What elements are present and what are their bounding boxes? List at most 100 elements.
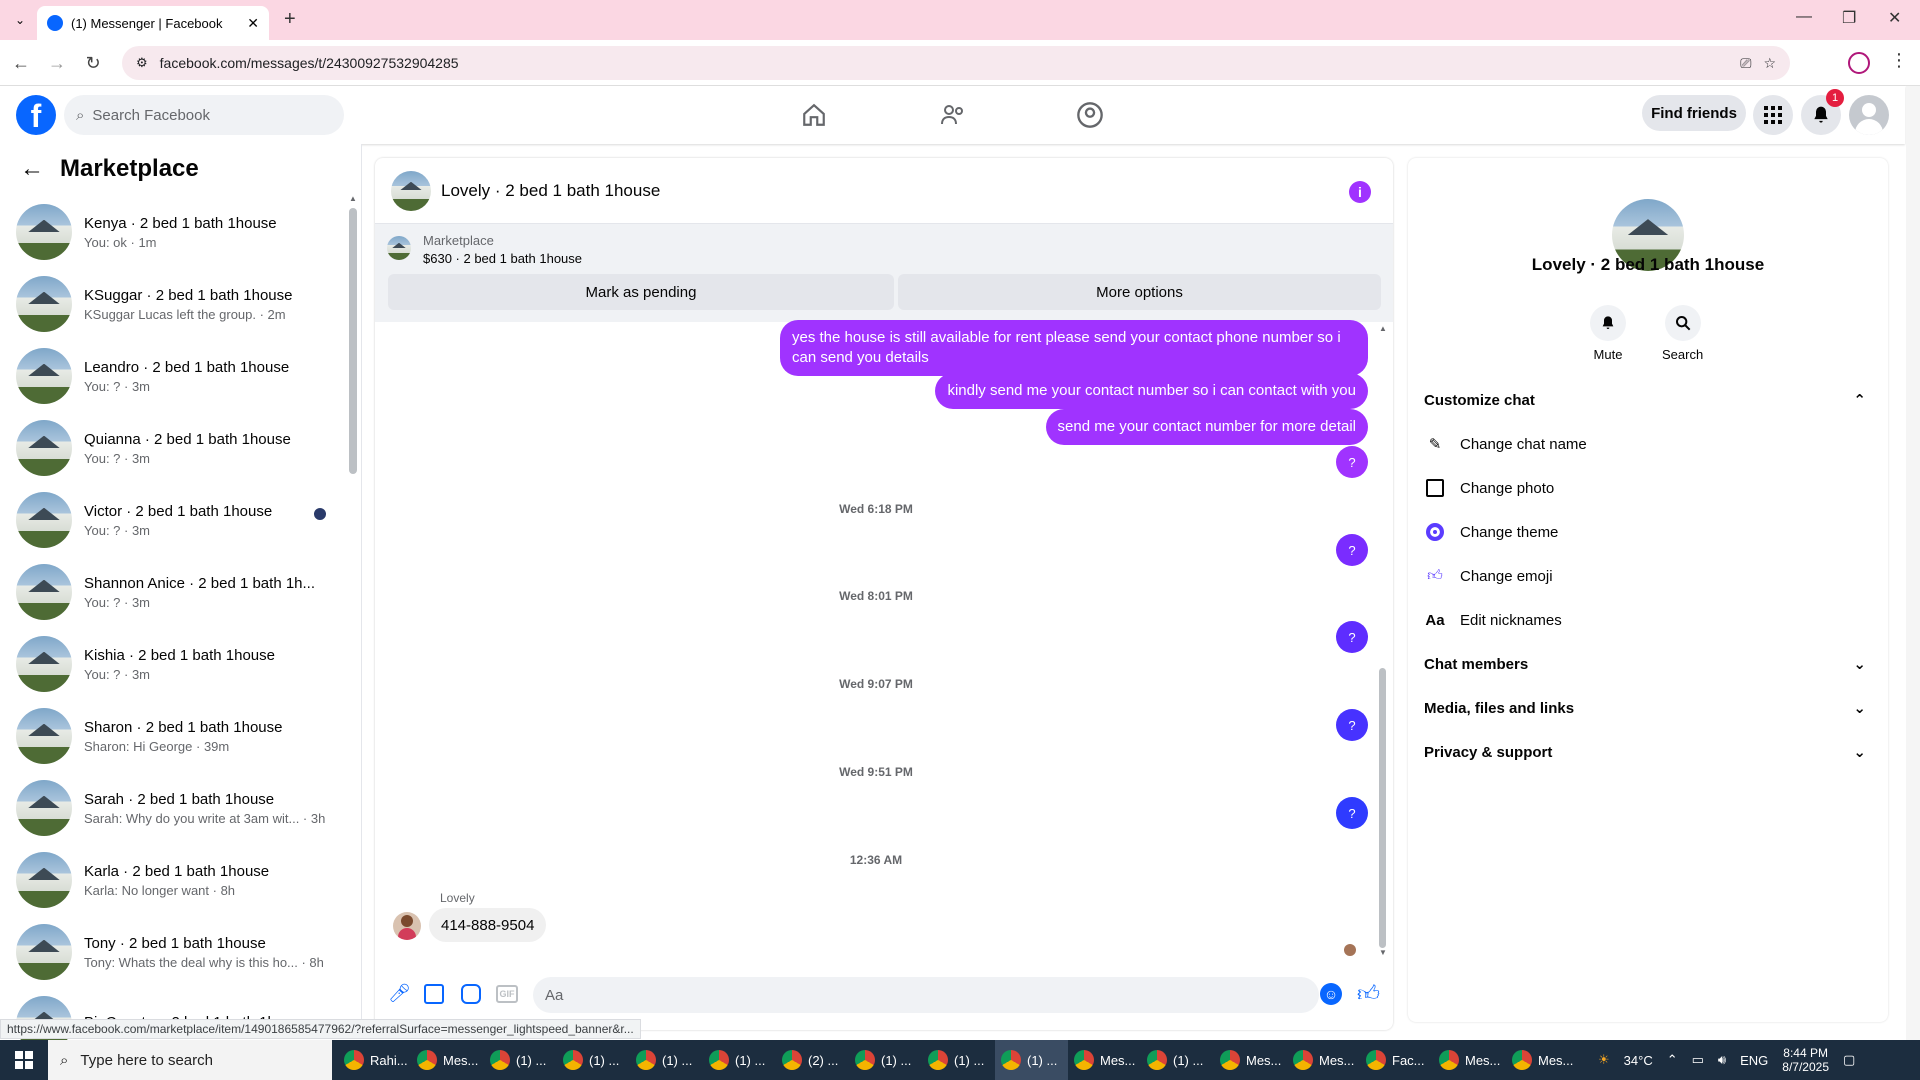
conversation-item[interactable]: Karla · 2 bed 1 bath 1house Karla: No lon… [16,845,346,915]
close-tab-icon[interactable]: ✕ [247,15,259,32]
sticker-icon[interactable] [461,984,481,1004]
taskbar-app[interactable]: (1) ... [922,1040,995,1080]
taskbar-app[interactable]: (1) ... [995,1040,1068,1080]
page-scrollbar[interactable] [1906,86,1920,1040]
taskbar-app[interactable]: Mes... [411,1040,484,1080]
windows-start-icon[interactable] [0,1040,48,1080]
site-info-icon[interactable]: ⚙ [136,55,148,71]
address-bar[interactable]: ⚙ facebook.com/messages/t/24300927532904… [122,46,1790,80]
change-emoji-item[interactable]: 👍︎ Change emoji [1424,556,1878,596]
emoji-icon[interactable]: ☺ [1320,983,1342,1005]
conversation-item[interactable]: Sarah · 2 bed 1 bath 1house Sarah: Why do… [16,773,346,843]
taskbar-app[interactable]: (1) ... [849,1040,922,1080]
friends-nav-icon[interactable] [897,98,1009,132]
profile-icon[interactable] [1848,52,1870,74]
weather-icon[interactable]: ☀ [1598,1052,1610,1068]
back-arrow-icon[interactable]: ← [20,155,44,183]
microphone-icon[interactable]: 🎤︎ [388,983,411,1004]
reload-icon[interactable]: ↻ [78,48,108,78]
conversation-item[interactable]: Quianna · 2 bed 1 bath 1house You: ? · 3m [16,413,346,483]
conversation-scrollbar[interactable] [349,208,357,474]
minimize-icon[interactable]: — [1796,8,1812,26]
new-tab-icon[interactable]: + [284,8,296,31]
facebook-logo-icon[interactable]: f [16,95,56,135]
taskbar-app[interactable]: Mes... [1068,1040,1141,1080]
back-icon[interactable]: ← [6,48,36,78]
chat-scroll-up-icon[interactable]: ▲ [1379,324,1387,333]
taskbar-app[interactable]: (1) ... [557,1040,630,1080]
chat-scroll-down-icon[interactable]: ▼ [1379,948,1387,957]
conversation-item[interactable]: Victor · 2 bed 1 bath 1house You: ? · 3m [16,485,346,555]
taskbar-app[interactable]: (1) ... [630,1040,703,1080]
find-friends-button[interactable]: Find friends [1642,95,1746,131]
browser-menu-icon[interactable]: ⋮ [1890,50,1908,71]
media-files-links-section[interactable]: Media, files and links ⌄ [1424,688,1878,728]
tab-list-icon[interactable]: ⌄ [10,10,30,30]
taskbar-app[interactable]: (1) ... [703,1040,776,1080]
chat-header[interactable]: Lovely · 2 bed 1 bath 1house [375,158,1393,224]
volume-icon[interactable]: 🔊︎ [1718,1052,1726,1068]
outgoing-message[interactable]: kindly send me your contact number so i … [935,373,1368,409]
conversation-item[interactable]: Kishia · 2 bed 1 bath 1house You: ? · 3m [16,629,346,699]
forward-icon[interactable]: → [42,48,72,78]
facebook-search-input[interactable]: ⌕ Search Facebook [64,95,344,135]
outgoing-question-message[interactable]: ? [1336,534,1368,566]
change-theme-item[interactable]: Change theme [1424,512,1878,552]
home-nav-icon[interactable] [758,98,870,132]
tray-chevron-icon[interactable]: ⌃ [1667,1052,1678,1068]
taskbar-app[interactable]: (1) ... [1141,1040,1214,1080]
search-action[interactable]: Search [1662,305,1703,362]
weather-temp[interactable]: 34°C [1624,1053,1653,1068]
outgoing-question-message[interactable]: ? [1336,797,1368,829]
conversation-item[interactable]: Kenya · 2 bed 1 bath 1house You: ok · 1m [16,197,346,267]
incoming-message[interactable]: 414-888-9504 [429,908,547,942]
account-avatar[interactable] [1849,95,1889,135]
taskbar-app[interactable]: Fac... [1360,1040,1433,1080]
sender-avatar[interactable] [393,912,421,940]
outgoing-message[interactable]: yes the house is still available for ren… [780,320,1368,376]
change-photo-item[interactable]: Change photo [1424,468,1878,508]
browser-tab[interactable]: (1) Messenger | Facebook ✕ [37,6,269,40]
thumbs-up-icon[interactable]: 👍︎ [1357,980,1380,1007]
outgoing-question-message[interactable]: ? [1336,709,1368,741]
bookmark-star-icon[interactable]: ☆ [1763,55,1776,72]
conversation-item[interactable]: KSuggar · 2 bed 1 bath 1house KSuggar Luc… [16,269,346,339]
taskbar-app[interactable]: Mes... [1433,1040,1506,1080]
gif-icon[interactable]: GIF [496,985,518,1003]
info-icon[interactable]: i [1349,181,1371,203]
menu-grid-icon[interactable] [1753,95,1793,135]
network-icon[interactable]: ▭ [1692,1052,1704,1068]
taskbar-app[interactable]: (2) ... [776,1040,849,1080]
outgoing-message[interactable]: send me your contact number for more det… [1045,409,1368,445]
taskbar-app[interactable]: Mes... [1506,1040,1579,1080]
conversation-item[interactable]: Tony · 2 bed 1 bath 1house Tony: Whats th… [16,917,346,987]
close-window-icon[interactable]: ✕ [1888,8,1901,28]
outgoing-question-message[interactable]: ? [1336,446,1368,478]
message-input[interactable]: Aa [533,977,1319,1013]
mute-action[interactable]: Mute [1590,305,1626,362]
taskbar-app[interactable]: Mes... [1287,1040,1360,1080]
list-scroll-up-icon[interactable]: ▲ [349,194,357,203]
profile-nav-icon[interactable] [1034,98,1146,132]
conversation-item[interactable]: Shannon Anice · 2 bed 1 bath 1h... You: ?… [16,557,346,627]
outgoing-question-message[interactable]: ? [1336,621,1368,653]
notification-center-icon[interactable]: ▢ [1843,1052,1855,1068]
language-indicator[interactable]: ENG [1740,1053,1768,1068]
chat-members-section[interactable]: Chat members ⌄ [1424,644,1878,684]
edit-nicknames-item[interactable]: Aa Edit nicknames [1424,600,1878,640]
taskbar-search[interactable]: ⌕ Type here to search [48,1040,332,1080]
more-options-button[interactable]: More options [898,274,1381,310]
taskbar-app[interactable]: Mes... [1214,1040,1287,1080]
install-icon[interactable]: ⎚ [1740,55,1751,72]
chat-scrollbar[interactable] [1379,668,1386,948]
conversation-item[interactable]: Leandro · 2 bed 1 bath 1house You: ? · 3m [16,341,346,411]
taskbar-app[interactable]: (1) ... [484,1040,557,1080]
privacy-support-section[interactable]: Privacy & support ⌄ [1424,732,1878,772]
conversation-item[interactable]: Sharon · 2 bed 1 bath 1house Sharon: Hi G… [16,701,346,771]
restore-icon[interactable]: ❐ [1842,8,1856,28]
attach-photo-icon[interactable] [424,984,444,1004]
clock[interactable]: 8:44 PM 8/7/2025 [1782,1046,1829,1074]
mark-as-pending-button[interactable]: Mark as pending [388,274,894,310]
change-chat-name-item[interactable]: ✎ Change chat name [1424,424,1878,464]
customize-chat-section[interactable]: Customize chat ⌃ [1424,380,1878,420]
